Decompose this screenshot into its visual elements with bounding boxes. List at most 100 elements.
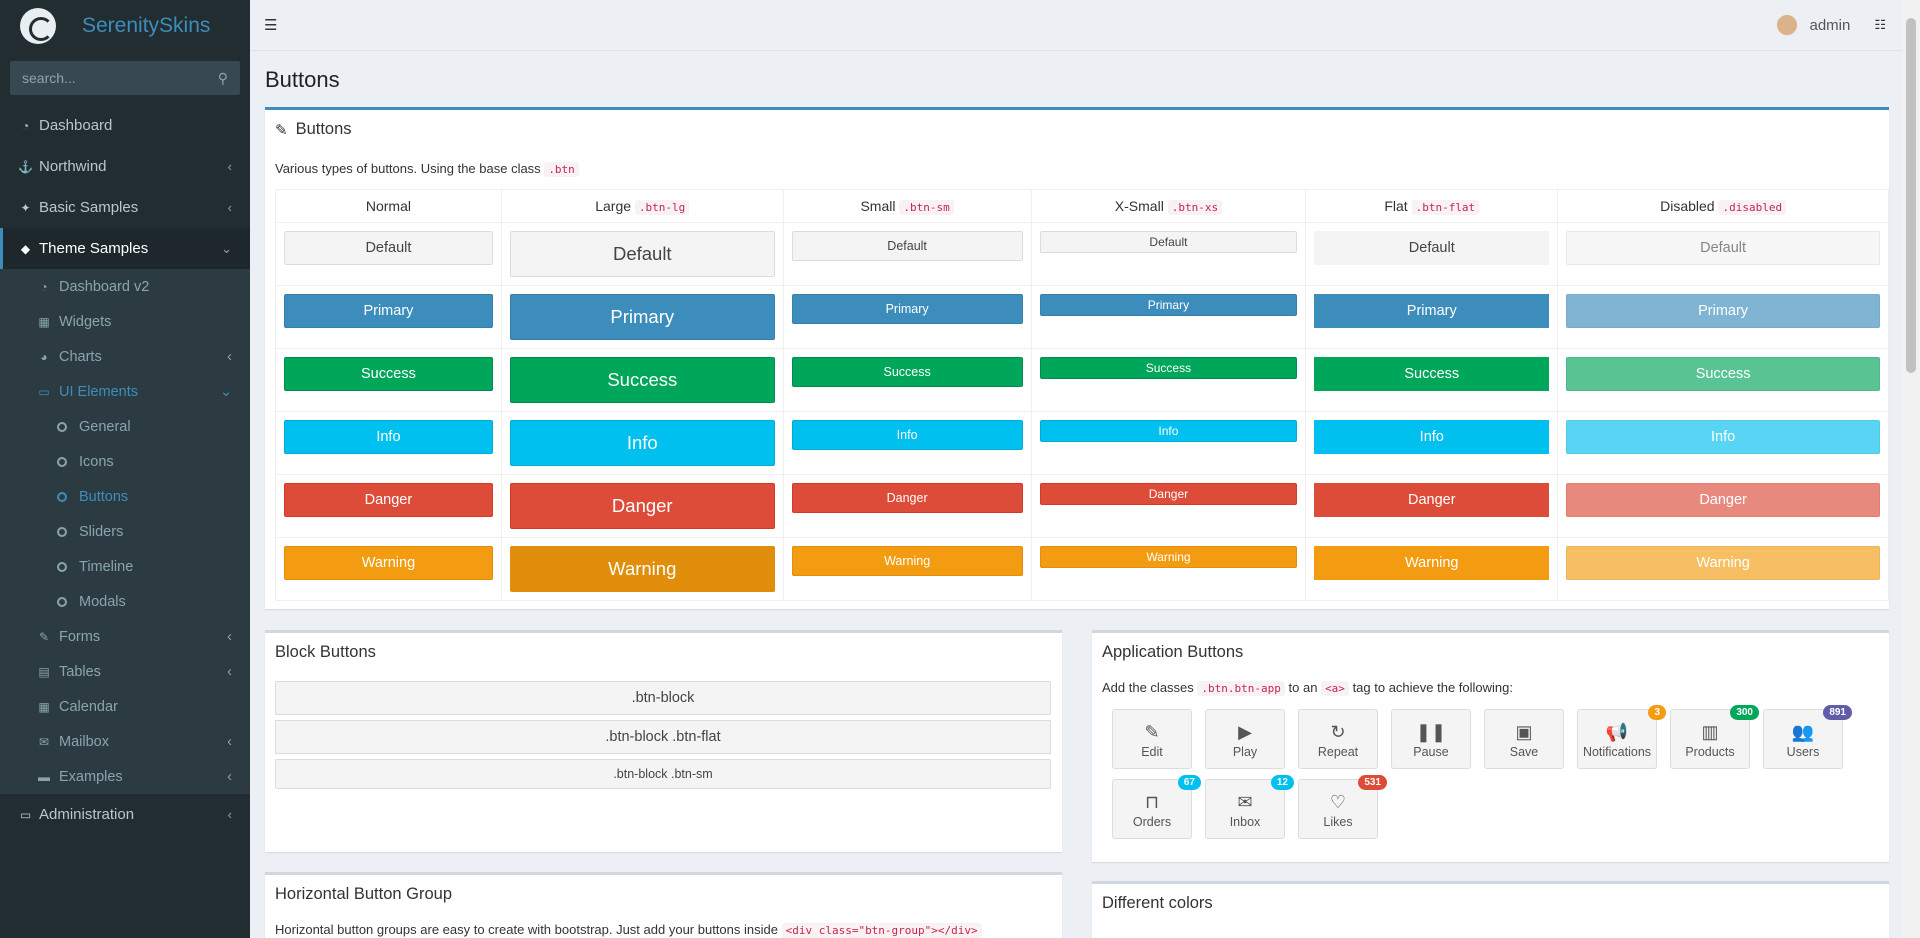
btn-block-flat-button[interactable]: .btn-block .btn-flat (275, 720, 1051, 754)
page-scrollbar[interactable] (1902, 0, 1920, 938)
application-buttons-description: Add the classes .btn.btn-app to an <a> t… (1092, 680, 1889, 696)
app-button-notifications[interactable]: 📢 Notifications 3 (1577, 705, 1666, 769)
chevron-left-icon: ‹ (227, 348, 232, 365)
sidebar-item-tables[interactable]: ▤ Tables ‹ (0, 654, 250, 689)
sidebar-item-buttons[interactable]: Buttons (0, 479, 250, 514)
primary-button[interactable]: Primary (509, 294, 775, 340)
default-button[interactable]: Default (509, 231, 775, 277)
danger-button[interactable]: Danger (791, 483, 1023, 513)
sidebar-item-dashboard-v2[interactable]: ◔ Dashboard v2 (0, 269, 250, 304)
sidebar-item-forms[interactable]: ✎ Forms ‹ (0, 619, 250, 654)
sidebar-search[interactable]: search... ⚲ (10, 61, 240, 95)
primary-button[interactable]: Primary (791, 294, 1023, 324)
sidebar-item-basic-samples[interactable]: ✦ Basic Samples ‹ (0, 187, 250, 228)
danger-button[interactable]: Danger (1039, 483, 1298, 505)
default-button[interactable]: Default (1314, 231, 1550, 265)
info-button[interactable]: Info (509, 420, 775, 466)
warning-button[interactable]: Warning (1566, 546, 1880, 580)
success-button[interactable]: Success (1039, 357, 1298, 379)
success-button[interactable]: Success (791, 357, 1023, 387)
warning-button[interactable]: Warning (284, 546, 493, 580)
sidebar-item-label: Dashboard v2 (59, 278, 150, 295)
app-button-inbox[interactable]: ✉ Inbox 12 (1205, 775, 1294, 839)
app-button-save[interactable]: ▣ Save (1484, 709, 1564, 769)
sidebar-item-northwind[interactable]: ⚓ Northwind ‹ (0, 146, 250, 187)
primary-button[interactable]: Primary (1039, 294, 1298, 316)
info-button[interactable]: Info (1566, 420, 1880, 454)
buttons-cell: Primary (1557, 285, 1889, 349)
buttons-cell: Default (1557, 222, 1889, 286)
sidebar-item-sliders[interactable]: Sliders (0, 514, 250, 549)
app-button-users[interactable]: 👥 Users 891 (1763, 705, 1852, 769)
sidebar-item-dashboard[interactable]: ◔ Dashboard (0, 105, 250, 146)
sidebar-item-timeline[interactable]: Timeline (0, 549, 250, 584)
default-button[interactable]: Default (284, 231, 493, 265)
btn-block-sm-button[interactable]: .btn-block .btn-sm (275, 759, 1051, 789)
primary-button[interactable]: Primary (1314, 294, 1550, 328)
danger-button[interactable]: Danger (284, 483, 493, 517)
count-badge: 3 (1648, 705, 1666, 720)
scrollbar-thumb[interactable] (1906, 18, 1916, 373)
sidebar-item-widgets[interactable]: ▦ Widgets (0, 304, 250, 339)
top-header: ☰ admin ☷ (250, 0, 1902, 51)
default-button[interactable]: Default (1039, 231, 1298, 253)
info-button[interactable]: Info (1039, 420, 1298, 442)
chevron-down-icon: ⌄ (221, 240, 232, 256)
info-button[interactable]: Info (284, 420, 493, 454)
warning-button[interactable]: Warning (791, 546, 1023, 576)
page-title: Buttons (265, 67, 340, 92)
primary-button[interactable]: Primary (1566, 294, 1880, 328)
sidebar-item-examples[interactable]: ▬ Examples ‹ (0, 759, 250, 794)
app-button-play[interactable]: ▶ Play (1205, 709, 1285, 769)
info-button[interactable]: Info (1314, 420, 1550, 454)
buttons-box-description: Various types of buttons. Using the base… (265, 161, 1889, 177)
user-menu[interactable]: admin ☷ (1775, 13, 1886, 37)
settings-sliders-icon[interactable]: ☷ (1874, 17, 1886, 33)
danger-button[interactable]: Danger (1566, 483, 1880, 517)
success-button[interactable]: Success (1566, 357, 1880, 391)
buttons-cell: Info (1305, 411, 1559, 475)
sidebar-item-calendar[interactable]: ▦ Calendar (0, 689, 250, 724)
block-buttons-header: Block Buttons (265, 633, 1062, 672)
sidebar-item-ui-elements[interactable]: ▭ UI Elements ⌄ (0, 374, 250, 409)
box-title: Different colors (1102, 894, 1213, 912)
sidebar-item-modals[interactable]: Modals (0, 584, 250, 619)
hamburger-menu-icon[interactable]: ☰ (264, 16, 277, 34)
app-button-repeat[interactable]: ↻ Repeat (1298, 709, 1378, 769)
btn-block-button[interactable]: .btn-block (275, 681, 1051, 715)
info-button[interactable]: Info (791, 420, 1023, 450)
sidebar-item-label: Widgets (59, 313, 112, 330)
search-icon[interactable]: ⚲ (218, 70, 228, 87)
sidebar-item-general[interactable]: General (0, 409, 250, 444)
sidebar-item-mailbox[interactable]: ✉ Mailbox ‹ (0, 724, 250, 759)
sidebar-item-charts[interactable]: ◕ Charts ‹ (0, 339, 250, 374)
sidebar-item-theme-samples[interactable]: ◆ Theme Samples ⌄ (0, 228, 250, 269)
success-button[interactable]: Success (509, 357, 775, 403)
warning-button[interactable]: Warning (1039, 546, 1298, 568)
sidebar-item-icons[interactable]: Icons (0, 444, 250, 479)
app-button-products[interactable]: ▥ Products 300 (1670, 705, 1759, 769)
app-button-edit[interactable]: ✎ Edit (1112, 709, 1192, 769)
default-button[interactable]: Default (1566, 231, 1880, 265)
app-button-pause[interactable]: ❚❚ Pause (1391, 709, 1471, 769)
chevron-left-icon: ‹ (227, 807, 232, 822)
success-button[interactable]: Success (1314, 357, 1550, 391)
column-label: Flat (1384, 198, 1408, 214)
circle-icon (57, 561, 67, 572)
default-button[interactable]: Default (791, 231, 1023, 261)
brand-logo[interactable]: SerenitySkins (0, 0, 250, 51)
sidebar-item-administration[interactable]: ▭ Administration ‹ (0, 794, 250, 835)
username[interactable]: admin (1809, 17, 1850, 34)
warning-button[interactable]: Warning (509, 546, 775, 592)
danger-button[interactable]: Danger (1314, 483, 1550, 517)
danger-button[interactable]: Danger (509, 483, 775, 529)
success-button[interactable]: Success (284, 357, 493, 391)
app-button-likes[interactable]: ♡ Likes 531 (1298, 775, 1387, 839)
app-button-orders[interactable]: ⊓ Orders 67 (1112, 775, 1201, 839)
play-icon: ▶ (1238, 722, 1252, 742)
avatar[interactable] (1775, 13, 1800, 37)
warning-button[interactable]: Warning (1314, 546, 1550, 580)
primary-button[interactable]: Primary (284, 294, 493, 328)
column-header: Normal (275, 189, 502, 223)
search-input[interactable]: search... (22, 70, 76, 86)
